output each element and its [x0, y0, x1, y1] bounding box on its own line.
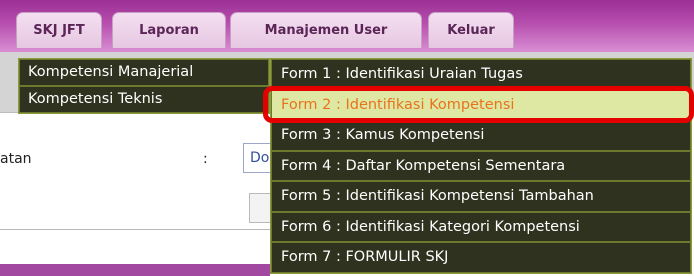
submenu-item-form-5[interactable]: Form 5 : Identifikasi Kompetensi Tambaha… — [271, 181, 691, 212]
submenu-item-form-2[interactable]: Form 2 : Identifikasi Kompetensi — [271, 89, 691, 120]
submenu-item-form-4[interactable]: Form 4 : Daftar Kompetensi Sementara — [271, 150, 691, 181]
submenu-item-form-7[interactable]: Form 7 : FORMULIR SKJ — [271, 242, 691, 273]
footer-band — [0, 264, 270, 276]
nav-tab-laporan[interactable]: Laporan — [112, 12, 226, 48]
submenu-kompetensi-manajerial: Form 1 : Identifikasi Uraian Tugas Form … — [270, 58, 692, 274]
nav-tab-manajemen-user[interactable]: Manajemen User — [230, 12, 422, 48]
nav-tab-keluar[interactable]: Keluar — [428, 12, 514, 48]
submenu-item-form-1[interactable]: Form 1 : Identifikasi Uraian Tugas — [271, 59, 691, 90]
menu-item-kompetensi-manajerial[interactable]: Kompetensi Manajerial — [19, 59, 269, 86]
nav-tab-skj-jft[interactable]: SKJ JFT — [16, 12, 102, 48]
form-field-label: atan — [0, 151, 32, 167]
submenu-item-form-6[interactable]: Form 6 : Identifikasi Kategori Kompetens… — [271, 211, 691, 242]
form-field-colon: : — [203, 151, 208, 167]
divider — [0, 229, 270, 230]
menu-item-kompetensi-teknis[interactable]: Kompetensi Teknis — [19, 86, 269, 113]
dropdown-menu-skj-jft: Kompetensi Manajerial Kompetensi Teknis — [18, 58, 270, 114]
submenu-item-form-3[interactable]: Form 3 : Kamus Kompetensi — [271, 120, 691, 151]
